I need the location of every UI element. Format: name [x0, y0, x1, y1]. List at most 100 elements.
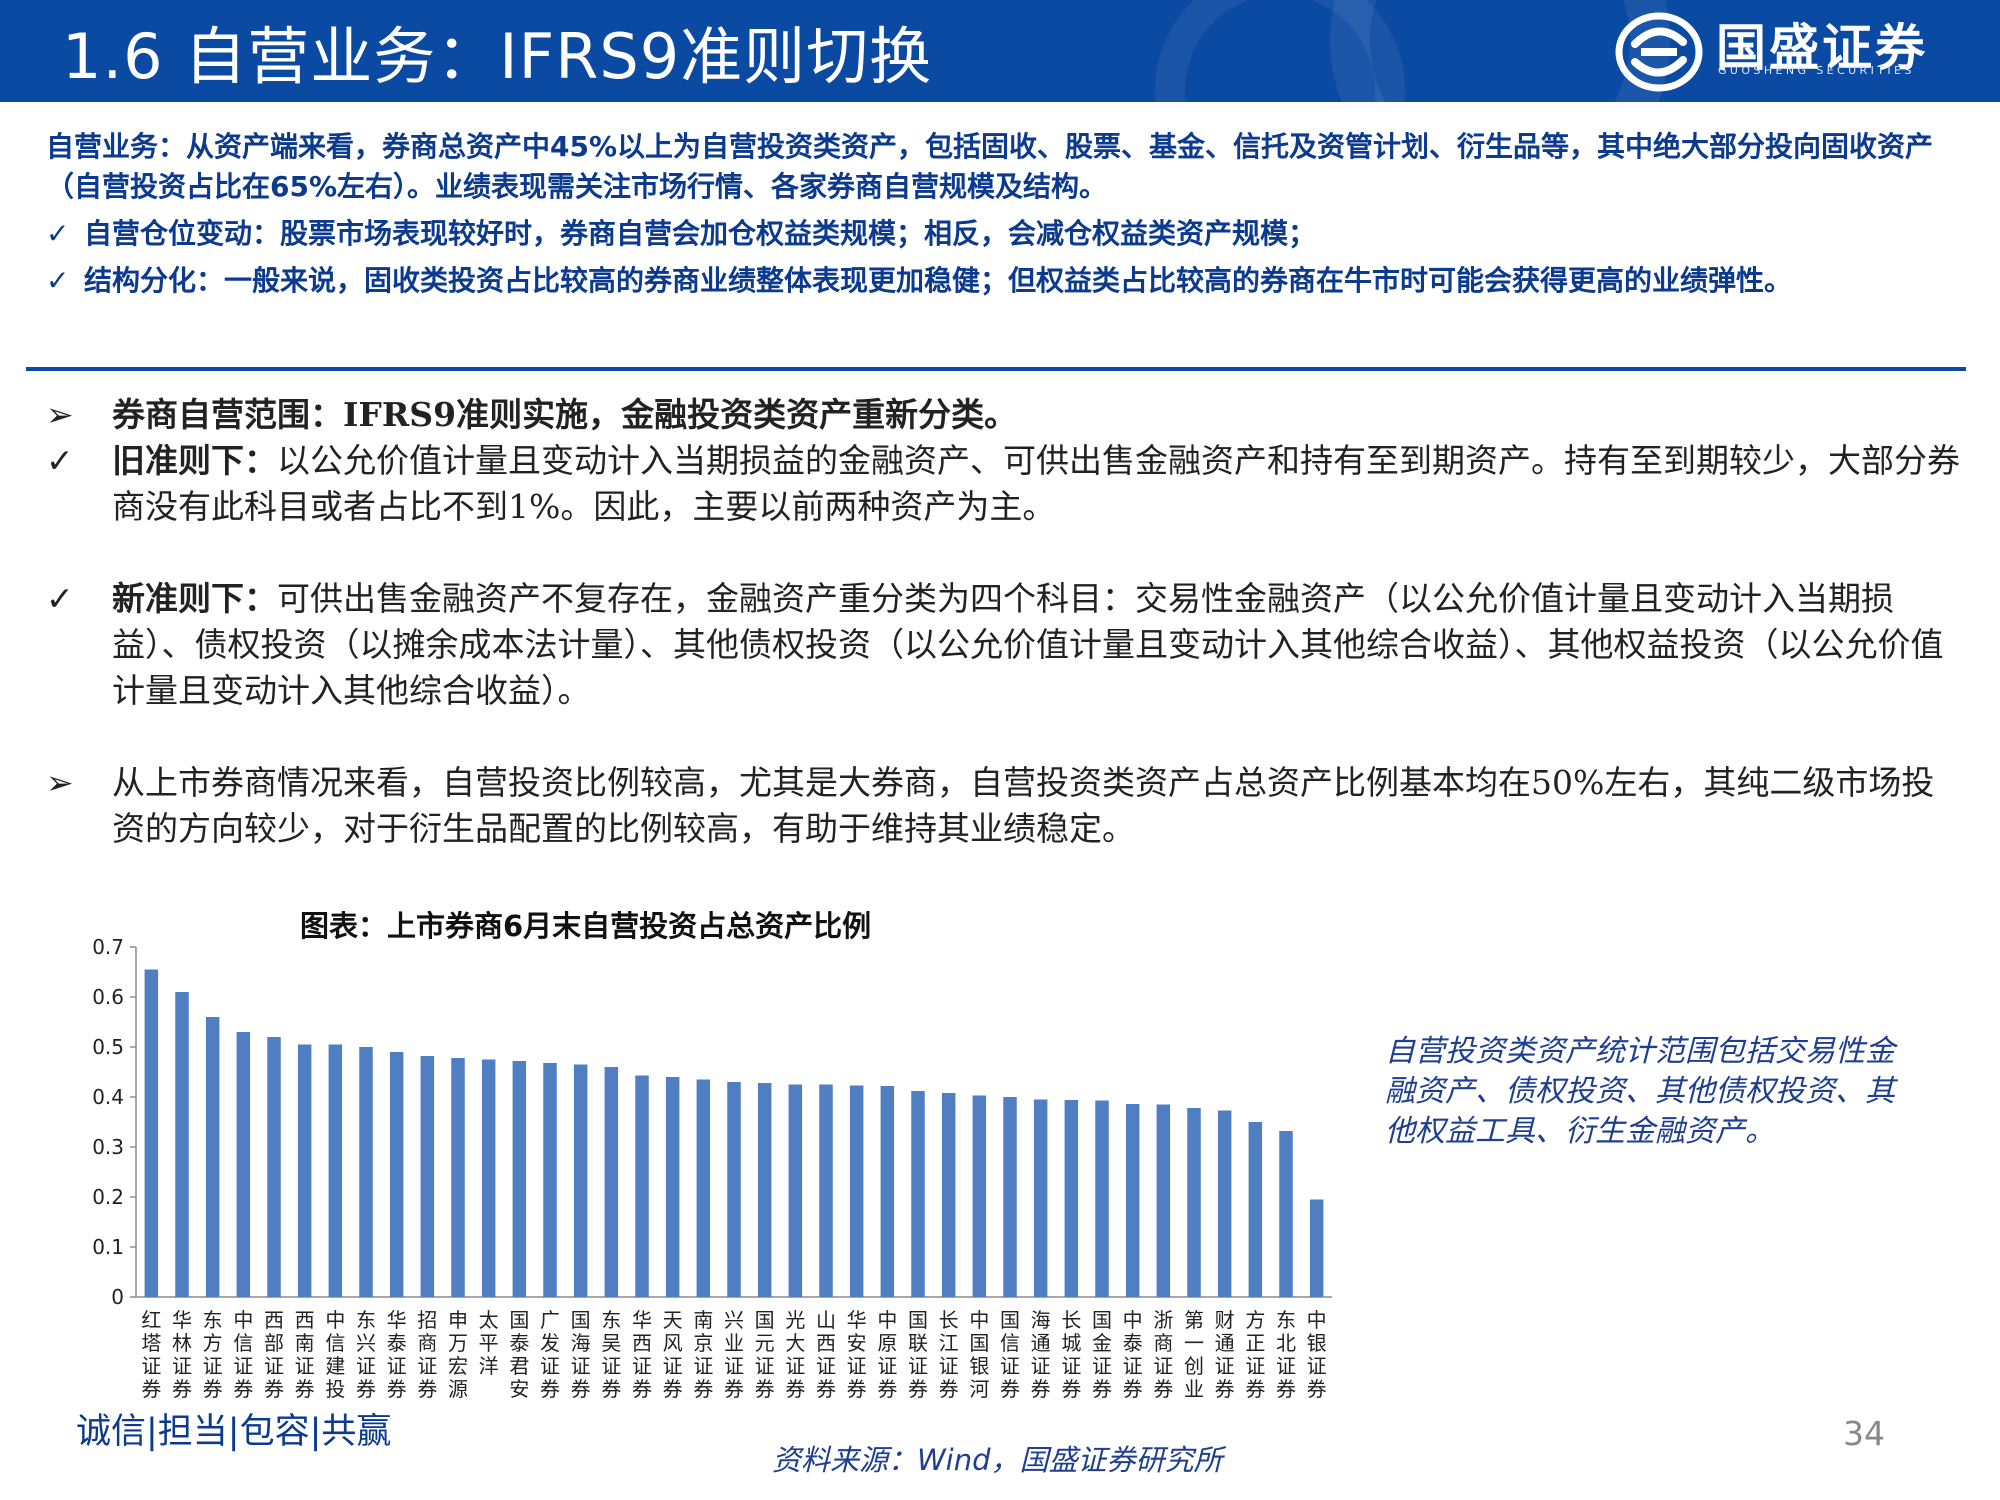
x-tick-label: 中国银河 [969, 1308, 989, 1401]
x-tick-label: 长江证券 [939, 1308, 959, 1401]
bar [236, 1032, 251, 1297]
y-tick-label: 0.7 [92, 935, 124, 959]
summary-item: ✓ 自营仓位变动：股票市场表现较好时，券商自营会加仓权益类规模；相反，会减仓权益… [46, 214, 1951, 254]
x-tick-label: 财通证券 [1215, 1308, 1235, 1401]
listed-brokers-text: 从上市券商情况来看，自营投资比例较高，尤其是大券商，自营投资类资产占总资产比例基… [112, 763, 1935, 848]
y-tick-label: 0.6 [92, 985, 124, 1009]
x-tick-label: 东吴证券 [601, 1308, 621, 1401]
bar [880, 1086, 895, 1297]
bar [359, 1047, 373, 1297]
x-tick-label: 山西证券 [816, 1308, 836, 1401]
summary-intro: 自营业务：从资产端来看，券商总资产中45%以上为自营投资类资产，包括固收、股票、… [46, 130, 1934, 203]
x-tick-label: 第一创业 [1184, 1308, 1204, 1401]
bar [1156, 1104, 1171, 1297]
bar [1095, 1100, 1109, 1297]
x-tick-label: 国泰君安 [509, 1308, 529, 1401]
y-tick-label: 0.1 [92, 1235, 124, 1259]
page-number: 34 [1843, 1414, 1885, 1453]
bar [911, 1091, 925, 1297]
footer-slogan: 诚信|担当|包容|共赢 [76, 1412, 392, 1452]
bar [1217, 1110, 1232, 1297]
x-tick-label: 国联证券 [908, 1308, 928, 1401]
x-tick-label: 招商证券 [417, 1308, 437, 1401]
bar [451, 1058, 465, 1297]
bar [757, 1083, 772, 1297]
x-tick-label: 光大证券 [785, 1308, 805, 1401]
check-icon: ✓ [46, 217, 70, 250]
new-standard-text: 可供出售金融资产不复存在，金融资产重分类为四个科目：交易性金融资产（以公允价值计… [112, 579, 1944, 710]
x-tick-label: 申万宏源 [448, 1308, 468, 1401]
data-source: 资料来源：Wind，国盛证券研究所 [772, 1443, 1223, 1477]
x-tick-label: 西部证券 [264, 1308, 284, 1401]
x-tick-label: 东北证券 [1276, 1308, 1296, 1401]
bar [1309, 1199, 1324, 1297]
bar [1033, 1099, 1048, 1297]
bar [635, 1075, 649, 1297]
x-tick-label: 华林证券 [172, 1308, 192, 1401]
bar [972, 1095, 987, 1297]
x-tick-label: 中泰证券 [1123, 1308, 1143, 1401]
x-tick-label: 中信建投 [325, 1308, 345, 1401]
bar [267, 1037, 281, 1297]
x-tick-label: 海通证券 [1031, 1308, 1051, 1401]
x-tick-label: 国元证券 [755, 1308, 775, 1401]
summary-item-text: 自营仓位变动：股票市场表现较好时，券商自营会加仓权益类规模；相反，会减仓权益类资… [84, 217, 1317, 250]
x-tick-label: 广发证券 [540, 1308, 560, 1401]
y-tick-label: 0.5 [92, 1035, 124, 1059]
body-text: ➢ 券商自营范围：IFRS9准则实施，金融投资类资产重新分类。 ✓ 旧准则下：以… [44, 392, 1964, 852]
bullet-listed-brokers: ➢ 从上市券商情况来看，自营投资比例较高，尤其是大券商，自营投资类资产占总资产比… [44, 760, 1964, 852]
x-tick-label: 华安证券 [847, 1308, 867, 1401]
bar [727, 1082, 741, 1297]
bar [328, 1044, 343, 1297]
guosheng-logo-icon [1615, 12, 1703, 92]
x-tick-label: 红塔证券 [141, 1308, 161, 1401]
x-tick-label: 西南证券 [295, 1308, 315, 1401]
x-tick-label: 长城证券 [1061, 1308, 1081, 1401]
x-tick-label: 东兴证券 [356, 1308, 376, 1401]
bullet-scope: ➢ 券商自营范围：IFRS9准则实施，金融投资类资产重新分类。 [44, 392, 1964, 438]
bar [389, 1052, 404, 1297]
summary-block: 自营业务：从资产端来看，券商总资产中45%以上为自营投资类资产，包括固收、股票、… [46, 127, 1951, 301]
x-tick-label: 中银证券 [1307, 1308, 1327, 1401]
check-icon: ✓ [46, 579, 74, 618]
chart-note: 自营投资类资产统计范围包括交易性金融资产、债权投资、其他债权投资、其他权益工具、… [1385, 1034, 1895, 1149]
bar [205, 1017, 220, 1297]
bar [1064, 1100, 1079, 1297]
old-standard-label: 旧准则下： [112, 441, 277, 480]
bar [1248, 1122, 1263, 1297]
bar-chart: 0 0.1 0.2 0.3 0.4 0.5 0.6 0.7 红塔证券华林证券东方证券中信证券西部… [92, 935, 1332, 1401]
header-banner: 1.6 自营业务：IFRS9准则切换 国盛证券 GUOSHENG SECURIT… [0, 0, 2000, 102]
bar [1187, 1108, 1201, 1297]
y-tick-label: 0.3 [92, 1135, 124, 1159]
check-icon: ✓ [46, 441, 74, 480]
bar [665, 1077, 680, 1297]
x-tick-label: 浙商证券 [1153, 1308, 1173, 1401]
slide-title: 1.6 自营业务：IFRS9准则切换 [62, 20, 933, 93]
old-standard-text: 以公允价值计量且变动计入当期损益的金融资产、可供出售金融资产和持有至到期资产。持… [112, 441, 1960, 526]
summary-item: ✓ 结构分化：一般来说，固收类投资占比较高的券商业绩整体表现更加稳健；但权益类占… [46, 261, 1951, 301]
x-tick-label: 华泰证券 [387, 1308, 407, 1401]
bar [941, 1093, 956, 1297]
x-tick-label: 国金证券 [1092, 1308, 1112, 1401]
bar [573, 1064, 588, 1297]
x-tick-label: 华西证券 [632, 1308, 652, 1401]
x-tick-label: 兴业证券 [724, 1308, 744, 1401]
bar [1279, 1131, 1293, 1297]
bar [696, 1079, 711, 1297]
bar [604, 1067, 619, 1297]
logo-subtitle: GUOSHENG SECURITIES [1718, 64, 1915, 77]
bar [297, 1044, 312, 1297]
bar [819, 1084, 833, 1297]
bullet-scope-text: 券商自营范围：IFRS9准则实施，金融投资类资产重新分类。 [112, 395, 1018, 434]
bar [543, 1063, 557, 1297]
divider-line [26, 367, 1966, 371]
bullet-new-standard: ✓ 新准则下：可供出售金融资产不复存在，金融资产重分类为四个科目：交易性金融资产… [44, 576, 1964, 714]
y-tick-label: 0.2 [92, 1185, 124, 1209]
bar [481, 1059, 496, 1297]
x-tick-label: 天风证券 [663, 1308, 683, 1401]
bar [1003, 1097, 1017, 1297]
bar [788, 1084, 803, 1297]
y-tick-label: 0 [111, 1285, 124, 1309]
bar [512, 1061, 527, 1297]
x-tick-label: 中信证券 [233, 1308, 253, 1401]
